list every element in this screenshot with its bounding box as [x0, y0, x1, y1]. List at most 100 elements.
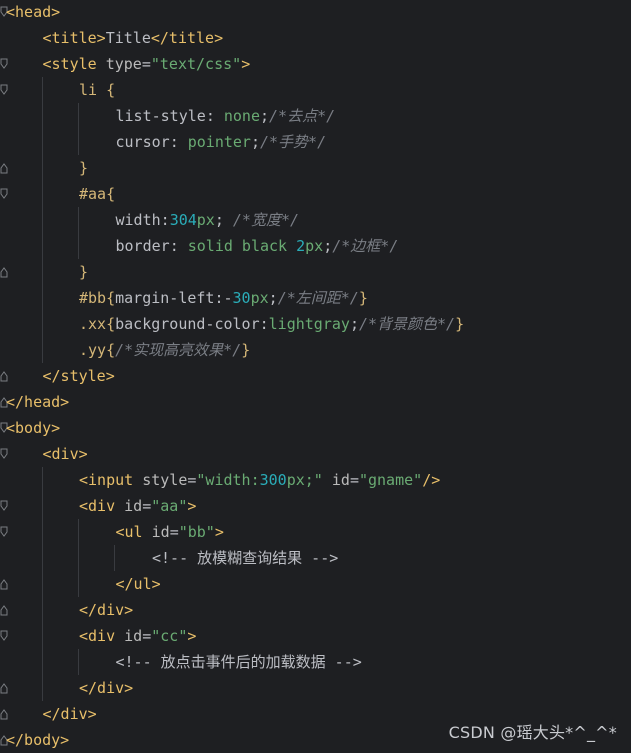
code-token: px [196, 211, 215, 229]
fold-open-icon[interactable] [0, 84, 8, 96]
code-token: px;" [286, 471, 323, 489]
code-token: /> [422, 471, 441, 489]
code-token: = [142, 497, 152, 515]
fold-open-icon[interactable] [0, 448, 8, 460]
code-line[interactable]: <div> [0, 441, 631, 467]
code-token: "aa" [151, 497, 188, 515]
code-text: <!-- 放点击事件后的加载数据 --> [116, 649, 362, 675]
fold-close-icon[interactable] [0, 708, 8, 720]
code-token: .yy [79, 341, 107, 359]
code-text: <div id="aa"> [79, 493, 196, 519]
code-line[interactable]: list-style: none;/*去点*/ [0, 103, 631, 129]
code-token: width [115, 211, 161, 229]
code-line[interactable]: #aa{ [0, 181, 631, 207]
code-line[interactable]: cursor: pointer;/*手势*/ [0, 129, 631, 155]
fold-close-icon[interactable] [0, 682, 8, 694]
code-token: { [106, 81, 116, 99]
code-line[interactable]: </div> [0, 597, 631, 623]
code-line[interactable]: </style> [0, 363, 631, 389]
code-token: </div> [79, 679, 134, 697]
fold-close-icon[interactable] [0, 162, 8, 174]
code-line[interactable]: <!-- 放点击事件后的加载数据 --> [0, 649, 631, 675]
code-line[interactable]: <div id="aa"> [0, 493, 631, 519]
code-token: margin-left [115, 289, 215, 307]
code-line[interactable]: </div> [0, 675, 631, 701]
code-line[interactable]: </ul> [0, 571, 631, 597]
code-token: px [250, 289, 269, 307]
code-line[interactable]: width:304px; /*宽度*/ [0, 207, 631, 233]
code-token: } [241, 341, 251, 359]
code-token: "width: [196, 471, 260, 489]
code-token: </div> [79, 601, 134, 619]
code-token: type [105, 55, 142, 73]
fold-open-icon[interactable] [0, 500, 8, 512]
code-line[interactable]: .xx{background-color:lightgray;/*背景颜色*/} [0, 311, 631, 337]
code-token: ; [250, 133, 260, 151]
code-token: /*背景颜色*/ [358, 315, 456, 333]
fold-close-icon[interactable] [0, 604, 8, 616]
code-token: 2 [296, 237, 306, 255]
code-line[interactable]: <style type="text/css"> [0, 51, 631, 77]
code-token: <head> [6, 3, 61, 21]
code-text: </div> [43, 701, 97, 727]
code-text: .xx{background-color:lightgray;/*背景颜色*/} [79, 311, 464, 337]
code-text: </div> [79, 597, 133, 623]
code-text: border: solid black 2px;/*边框*/ [116, 233, 399, 259]
code-token: #bb [79, 289, 107, 307]
code-text: #aa{ [79, 181, 115, 207]
code-token: "bb" [178, 523, 215, 541]
code-token: ; [260, 107, 270, 125]
code-token: > [241, 55, 251, 73]
code-token: /*边框*/ [332, 237, 399, 255]
code-line[interactable]: } [0, 155, 631, 181]
code-token: /*去点*/ [269, 107, 336, 125]
code-line[interactable]: #bb{margin-left:-30px;/*左间距*/} [0, 285, 631, 311]
code-editor[interactable]: <head> <title>Title</title> <style type="t… [0, 0, 631, 751]
code-line[interactable]: </head> [0, 389, 631, 415]
code-token: <!-- 放模糊查询结果 --> [152, 549, 339, 567]
code-text: <!-- 放模糊查询结果 --> [152, 545, 338, 571]
code-token: 300 [259, 471, 287, 489]
code-token: </style> [42, 367, 115, 385]
fold-open-icon[interactable] [0, 58, 8, 70]
code-text: <head> [6, 0, 60, 25]
code-token: "text/css" [150, 55, 242, 73]
code-text: <body> [6, 415, 60, 441]
fold-close-icon[interactable] [0, 578, 8, 590]
code-token: ; [268, 289, 278, 307]
code-line[interactable]: <body> [0, 415, 631, 441]
code-line[interactable]: <input style="width:300px;" id="gname"/> [0, 467, 631, 493]
fold-open-icon[interactable] [0, 630, 8, 642]
code-text: <div id="cc"> [79, 623, 196, 649]
code-token: = [142, 627, 152, 645]
fold-close-icon[interactable] [0, 370, 8, 382]
code-token: id [124, 497, 143, 515]
code-token: > [214, 523, 224, 541]
code-token: border [115, 237, 170, 255]
code-token: : [169, 237, 188, 255]
csdn-watermark: CSDN @瑶大头*^_^* [448, 723, 617, 742]
code-text: cursor: pointer;/*手势*/ [116, 129, 327, 155]
code-token: } [358, 289, 368, 307]
code-token: list-style [115, 107, 206, 125]
code-token: <title> [42, 29, 106, 47]
code-token: : [259, 315, 269, 333]
fold-open-icon[interactable] [0, 188, 8, 200]
code-token: pointer [187, 133, 251, 151]
code-line[interactable]: <!-- 放模糊查询结果 --> [0, 545, 631, 571]
code-text: #bb{margin-left:-30px;/*左间距*/} [79, 285, 368, 311]
code-line[interactable]: <ul id="bb"> [0, 519, 631, 545]
code-line[interactable]: border: solid black 2px;/*边框*/ [0, 233, 631, 259]
code-text: <ul id="bb"> [116, 519, 224, 545]
code-line[interactable]: } [0, 259, 631, 285]
fold-open-icon[interactable] [0, 526, 8, 538]
code-line[interactable]: li { [0, 77, 631, 103]
code-text: </style> [43, 363, 115, 389]
code-line[interactable]: .yy{/*实现高亮效果*/} [0, 337, 631, 363]
code-line[interactable]: <div id="cc"> [0, 623, 631, 649]
code-token: <div> [42, 445, 88, 463]
code-line[interactable]: <title>Title</title> [0, 25, 631, 51]
fold-close-icon[interactable] [0, 266, 8, 278]
code-token: .xx [79, 315, 107, 333]
code-line[interactable]: <head> [0, 0, 631, 25]
